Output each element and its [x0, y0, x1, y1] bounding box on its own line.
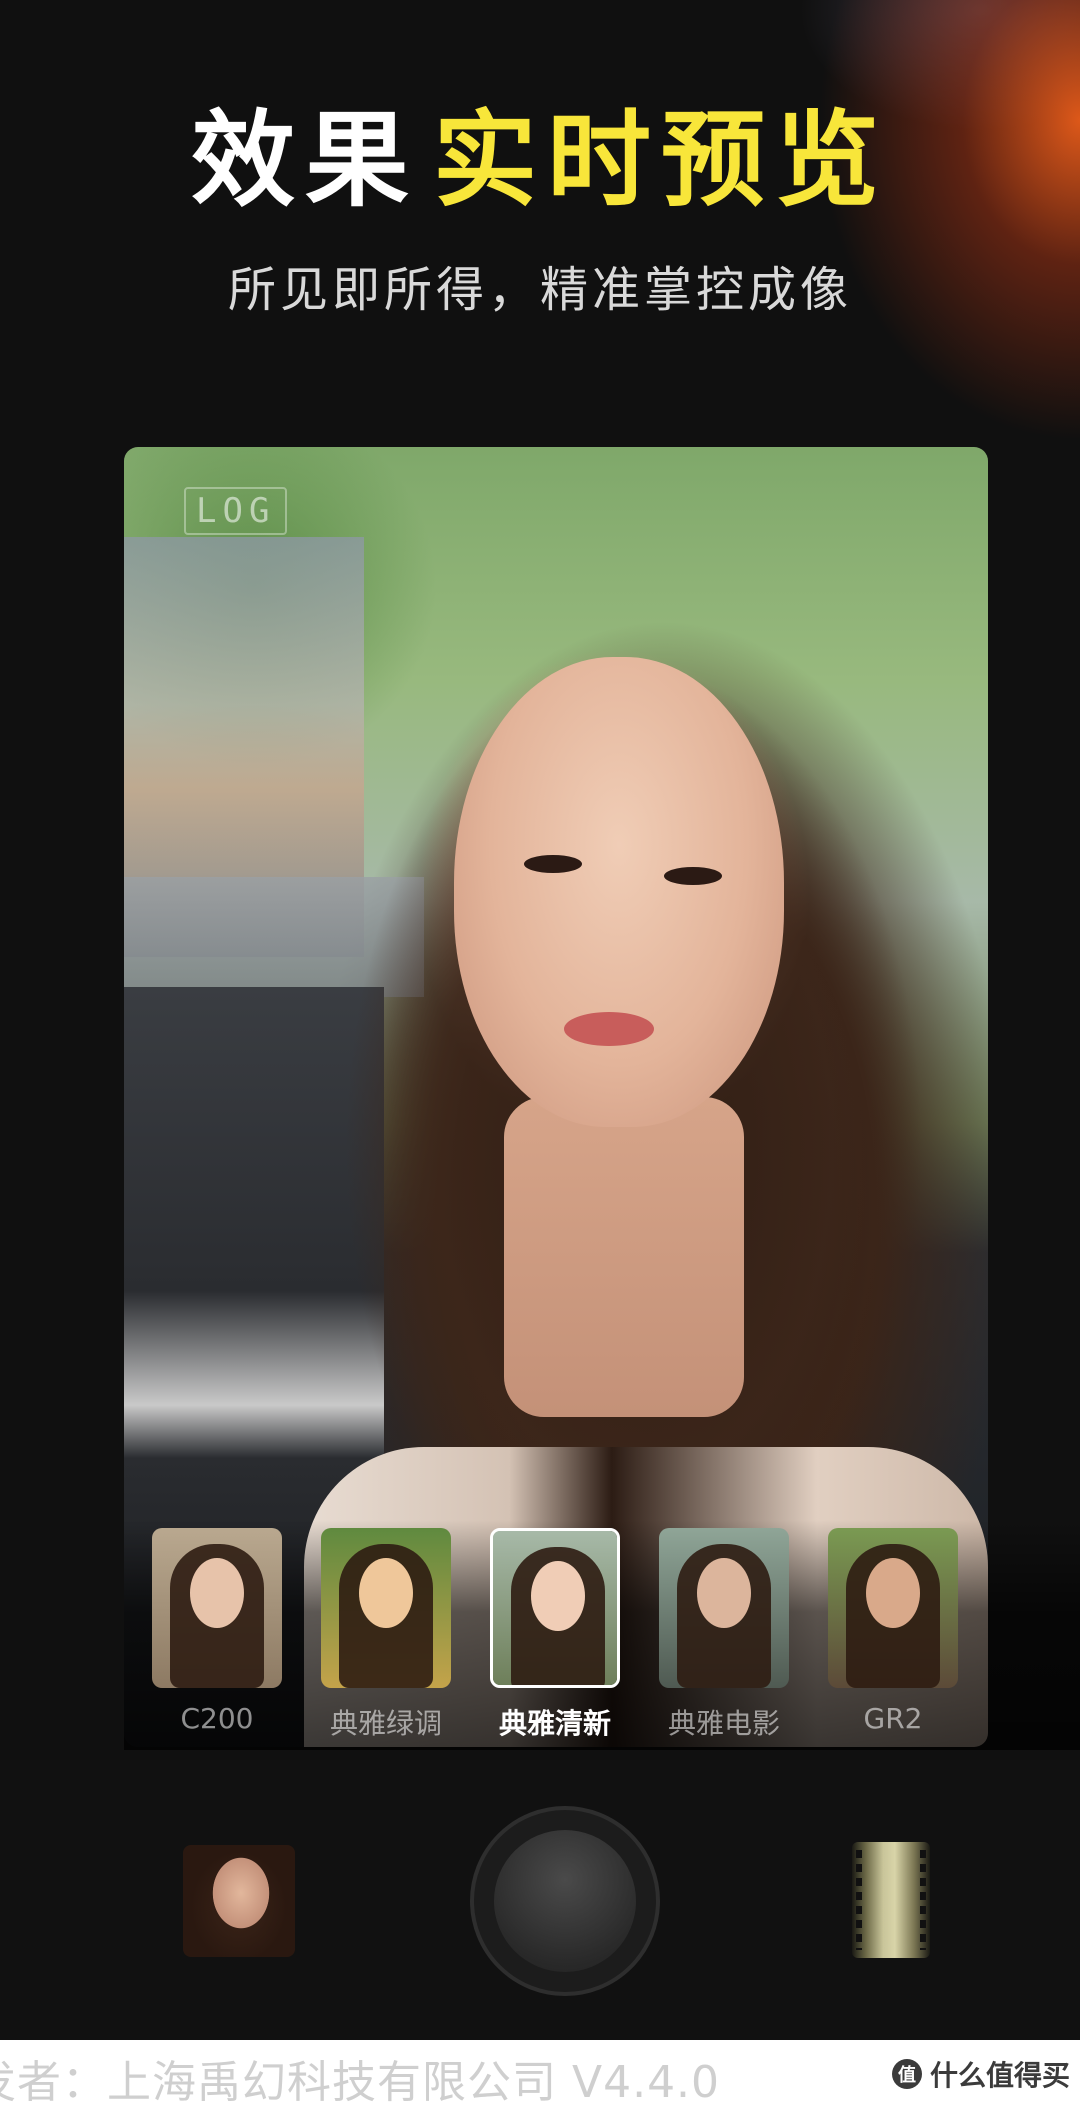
filter-label: 典雅电影 [667, 1707, 780, 1740]
filter-thumbnail [321, 1528, 451, 1688]
filter-label: 典雅绿调 [329, 1707, 442, 1740]
filter-label: C200 [180, 1702, 254, 1735]
watermark: 值 什么值得买 [891, 2054, 1070, 2094]
filter-item-gr2[interactable]: GR2 [828, 1528, 958, 1735]
subject-eye-right [664, 867, 722, 885]
subject-neck [504, 1097, 744, 1417]
page-subtitle: 所见即所得，精准掌控成像 [227, 262, 852, 318]
filter-item-c200[interactable]: C200 [152, 1528, 282, 1735]
filter-thumbnail [828, 1528, 958, 1688]
shutter-inner-icon [494, 1830, 636, 1972]
filter-thumbnail [152, 1528, 282, 1688]
filter-item-elegant-fresh[interactable]: 典雅清新 [490, 1528, 620, 1742]
filter-thumbnail [490, 1528, 620, 1688]
log-mode-badge: LOG [184, 487, 288, 535]
filter-label: GR2 [863, 1702, 923, 1735]
footer-bar: 发者：上海禹幻科技有限公司 V4.4.0 值 什么值得买 [0, 2040, 1080, 2111]
app-screen: 效果 实时预览 所见即所得，精准掌控成像 LOG C200 典雅绿调 典雅清新 … [0, 0, 1080, 2040]
watermark-logo-icon: 值 [891, 2059, 922, 2089]
title-white-part: 效果 [190, 99, 419, 221]
page-title: 效果 实时预览 [0, 100, 1080, 220]
filter-item-elegant-green[interactable]: 典雅绿调 [321, 1528, 451, 1742]
subject-eye-left [524, 855, 582, 873]
subject-face [454, 657, 784, 1127]
subject-lips [564, 1012, 654, 1046]
shutter-button[interactable] [470, 1806, 660, 1996]
developer-info: 发者：上海禹幻科技有限公司 V4.4.0 [0, 2057, 721, 2108]
filter-item-elegant-film[interactable]: 典雅电影 [659, 1528, 789, 1742]
filter-thumbnail [659, 1528, 789, 1688]
filter-label: 典雅清新 [498, 1707, 611, 1740]
film-roll-icon[interactable] [852, 1842, 930, 1958]
watermark-text: 什么值得买 [929, 2059, 1070, 2092]
title-yellow-part: 实时预览 [433, 99, 890, 221]
gallery-thumbnail-icon[interactable] [183, 1845, 295, 1957]
filter-strip: C200 典雅绿调 典雅清新 典雅电影 GR2 [124, 1520, 1080, 1750]
